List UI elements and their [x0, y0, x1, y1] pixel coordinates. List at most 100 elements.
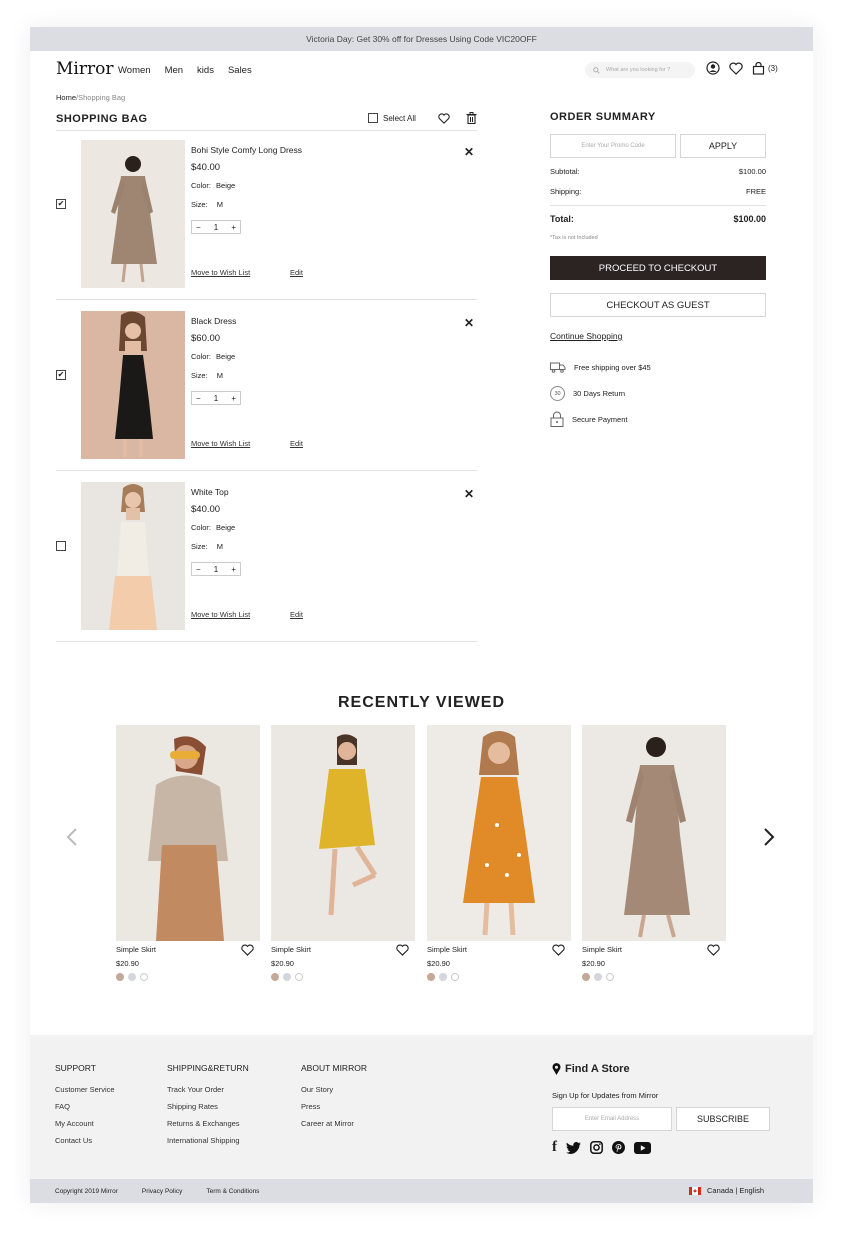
chevron-right-icon[interactable] [763, 827, 775, 847]
footer-link[interactable]: Our Story [301, 1085, 367, 1094]
heart-icon[interactable] [552, 944, 565, 956]
move-to-wishlist-link[interactable]: Move to Wish List [191, 610, 250, 619]
heart-icon[interactable] [707, 944, 720, 956]
product-image[interactable] [582, 725, 726, 941]
decrement-button[interactable]: − [196, 565, 201, 574]
promo-code-input[interactable]: Enter Your Promo Code [550, 134, 676, 158]
swatch[interactable] [594, 973, 602, 981]
product-card[interactable]: Simple Skirt $20.90 [582, 725, 726, 981]
product-card[interactable]: Simple Skirt $20.90 [271, 725, 415, 981]
swatch[interactable] [439, 973, 447, 981]
heart-icon[interactable] [241, 944, 254, 956]
swatch[interactable] [606, 973, 614, 981]
terms-link[interactable]: Term & Conditions [206, 1188, 259, 1195]
remove-item-icon[interactable]: ✕ [464, 145, 474, 159]
continue-shopping-link[interactable]: Continue Shopping [550, 331, 622, 341]
nav-kids[interactable]: kids [197, 65, 214, 76]
quantity-stepper[interactable]: − 1 + [191, 391, 241, 405]
swatch[interactable] [582, 973, 590, 981]
footer-link[interactable]: My Account [55, 1119, 115, 1128]
edit-link[interactable]: Edit [290, 610, 303, 619]
footer-link[interactable]: Contact Us [55, 1136, 115, 1145]
wishlist-icon[interactable] [729, 62, 743, 75]
proceed-to-checkout-button[interactable]: PROCEED TO CHECKOUT [550, 256, 766, 280]
item-name[interactable]: Black Dress [191, 316, 236, 326]
breadcrumb-home[interactable]: Home [56, 93, 76, 102]
edit-link[interactable]: Edit [290, 268, 303, 277]
chevron-left-icon[interactable] [66, 827, 78, 847]
product-image[interactable] [81, 311, 185, 459]
account-icon[interactable] [706, 61, 720, 75]
swatch[interactable] [128, 973, 136, 981]
subscribe-button[interactable]: SUBSCRIBE [676, 1107, 770, 1131]
facebook-icon[interactable]: f [552, 1139, 557, 1156]
footer-link[interactable]: Track Your Order [167, 1085, 249, 1094]
move-to-wishlist-link[interactable]: Move to Wish List [191, 439, 250, 448]
decrement-button[interactable]: − [196, 223, 201, 232]
nav-men[interactable]: Men [165, 65, 183, 76]
cart-button[interactable]: (3) [752, 61, 778, 75]
swatch[interactable] [116, 973, 124, 981]
product-image[interactable] [271, 725, 415, 941]
email-input[interactable]: Enter Email Address [552, 1107, 672, 1131]
swatch[interactable] [283, 973, 291, 981]
increment-button[interactable]: + [231, 565, 236, 574]
remove-item-icon[interactable]: ✕ [464, 316, 474, 330]
footer-link[interactable]: Career at Mirror [301, 1119, 367, 1128]
find-a-store-link[interactable]: Find A Store [552, 1063, 630, 1075]
item-name[interactable]: Bohi Style Comfy Long Dress [191, 145, 302, 155]
product-name[interactable]: Simple Skirt [582, 945, 726, 954]
footer-link[interactable]: Returns & Exchanges [167, 1119, 249, 1128]
product-image[interactable] [81, 140, 185, 288]
bag-icon [752, 61, 765, 75]
product-name[interactable]: Simple Skirt [427, 945, 571, 954]
instagram-icon[interactable] [590, 1141, 603, 1154]
nav-women[interactable]: Women [118, 65, 151, 76]
footer-link[interactable]: International Shipping [167, 1136, 249, 1145]
product-name[interactable]: Simple Skirt [116, 945, 260, 954]
item-name[interactable]: White Top [191, 487, 229, 497]
increment-button[interactable]: + [231, 223, 236, 232]
select-all-checkbox[interactable] [368, 113, 378, 123]
twitter-icon[interactable] [566, 1141, 581, 1154]
product-image[interactable] [81, 482, 185, 630]
swatch[interactable] [451, 973, 459, 981]
trash-icon[interactable] [466, 112, 477, 124]
product-card[interactable]: Simple Skirt $20.90 [427, 725, 571, 981]
product-card[interactable]: Simple Skirt $20.90 [116, 725, 260, 981]
product-image[interactable] [427, 725, 571, 941]
item-checkbox[interactable]: ✔ [56, 370, 66, 380]
quantity-stepper[interactable]: − 1 + [191, 562, 241, 576]
footer-link[interactable]: FAQ [55, 1102, 115, 1111]
swatch[interactable] [295, 973, 303, 981]
heart-icon[interactable] [438, 112, 450, 124]
privacy-policy-link[interactable]: Privacy Policy [142, 1188, 182, 1195]
locale-selector[interactable]: Canada | English [689, 1186, 788, 1195]
search-input[interactable]: What are you looking for ? [585, 62, 695, 78]
increment-button[interactable]: + [231, 394, 236, 403]
item-checkbox[interactable]: ✔ [56, 199, 66, 209]
remove-item-icon[interactable]: ✕ [464, 487, 474, 501]
heart-icon[interactable] [396, 944, 409, 956]
footer-link[interactable]: Press [301, 1102, 367, 1111]
swatch[interactable] [271, 973, 279, 981]
swatch[interactable] [427, 973, 435, 981]
color-swatches [427, 973, 571, 981]
nav-sales[interactable]: Sales [228, 65, 252, 76]
apply-button[interactable]: APPLY [680, 134, 766, 158]
move-to-wishlist-link[interactable]: Move to Wish List [191, 268, 250, 277]
youtube-icon[interactable] [634, 1141, 651, 1154]
pinterest-icon[interactable] [612, 1141, 625, 1154]
footer-link[interactable]: Customer Service [55, 1085, 115, 1094]
quantity-stepper[interactable]: − 1 + [191, 220, 241, 234]
color-swatches [116, 973, 260, 981]
footer-link[interactable]: Shipping Rates [167, 1102, 249, 1111]
product-name[interactable]: Simple Skirt [271, 945, 415, 954]
checkout-as-guest-button[interactable]: CHECKOUT AS GUEST [550, 293, 766, 317]
edit-link[interactable]: Edit [290, 439, 303, 448]
product-image[interactable] [116, 725, 260, 941]
logo[interactable]: Mirror [56, 59, 113, 79]
swatch[interactable] [140, 973, 148, 981]
item-checkbox[interactable] [56, 541, 66, 551]
decrement-button[interactable]: − [196, 394, 201, 403]
